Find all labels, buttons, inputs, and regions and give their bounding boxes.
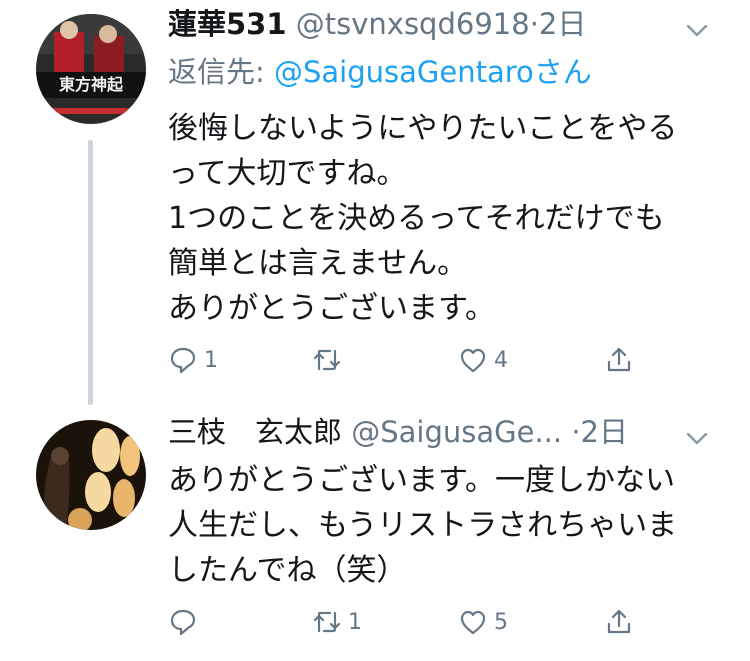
tweet-actions: 1 4 [168, 340, 638, 380]
retweet-button[interactable]: 1 [312, 602, 362, 642]
tweet-header: 蓮華531 @tsvnxsqd6918·2日 [168, 6, 586, 42]
tweet-text-line: ありがとうございます。 [168, 291, 495, 326]
tweet-text-line: ありがとうございます。一度しかない [168, 463, 675, 498]
tweet-text-line: って大切ですね。 [168, 156, 407, 191]
tweet-1[interactable]: 東方神起 蓮華531 @tsvnxsqd6918·2日 返信先: @Saigus… [0, 0, 750, 405]
reply-icon [170, 347, 196, 374]
display-name[interactable]: 蓮華531 [168, 7, 287, 41]
share-button[interactable] [604, 340, 634, 380]
tweet-content: 蓮華531 @tsvnxsqd6918·2日 返信先: @SaigusaGent… [168, 6, 710, 396]
handle[interactable]: @SaigusaGe... [351, 415, 562, 449]
tweet-text-line: したんでね（笑） [168, 553, 407, 588]
separator-dot: · [529, 7, 539, 41]
like-button[interactable]: 4 [458, 340, 508, 380]
tweet-text-line: 1つのことを決めるってそれだけでも [168, 201, 665, 236]
reply-mention-link[interactable]: @SaigusaGentaroさん [274, 55, 592, 89]
like-icon [460, 610, 486, 635]
display-name[interactable]: 三枝 玄太郎 [168, 415, 342, 449]
tweet-header: 三枝 玄太郎 @SaigusaGe... ·2日 [168, 414, 628, 450]
retweet-count: 1 [348, 609, 362, 635]
thread-line [88, 140, 93, 405]
reply-button[interactable] [168, 602, 204, 642]
avatar-logo-text: 東方神起 [59, 75, 124, 94]
reply-button[interactable]: 1 [168, 340, 218, 380]
retweet-button[interactable] [312, 340, 348, 380]
retweet-icon [313, 611, 341, 633]
avatar[interactable]: 東方神起 [36, 14, 146, 124]
tweet-content: 三枝 玄太郎 @SaigusaGe... ·2日 ありがとうございます。一度しか… [168, 414, 710, 654]
tweet-text-line: 人生だし、もうリストラされちゃいま [168, 508, 678, 543]
share-icon [607, 609, 631, 634]
chevron-down-icon[interactable] [684, 20, 710, 40]
tweet-actions: 1 5 [168, 602, 638, 642]
like-button[interactable]: 5 [458, 602, 508, 642]
chevron-down-icon[interactable] [684, 428, 710, 448]
separator-dot: · [571, 415, 581, 449]
avatar-image [36, 420, 146, 530]
handle[interactable]: @tsvnxsqd6918 [296, 7, 530, 41]
avatar-image: 東方神起 [36, 14, 146, 124]
like-count: 5 [494, 609, 508, 635]
share-button[interactable] [604, 602, 634, 642]
like-icon [460, 348, 486, 373]
tweet-text-line: 簡単とは言えません。 [168, 246, 468, 281]
tweet-text-line: 後悔しないようにやりたいことをやる [168, 111, 678, 146]
like-count: 4 [494, 347, 508, 373]
retweet-icon [313, 349, 341, 371]
reply-prefix: 返信先: [168, 55, 274, 89]
timestamp[interactable]: 2日 [581, 415, 628, 449]
timestamp[interactable]: 2日 [539, 7, 586, 41]
tweet-2[interactable]: 三枝 玄太郎 @SaigusaGe... ·2日 ありがとうございます。一度しか… [0, 400, 750, 661]
reply-context: 返信先: @SaigusaGentaroさん [168, 54, 592, 90]
reply-count: 1 [204, 347, 218, 373]
share-icon [607, 347, 631, 372]
reply-icon [170, 609, 196, 636]
avatar[interactable] [36, 420, 146, 530]
